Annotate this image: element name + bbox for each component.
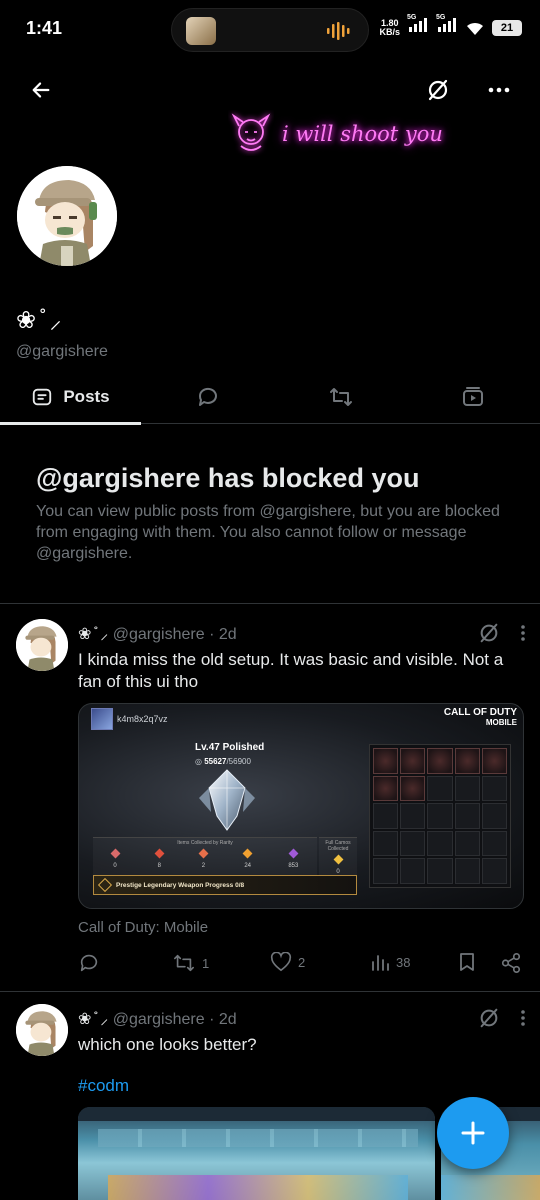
collection-panel: Full Camos Collected 0 bbox=[319, 837, 357, 875]
post-avatar[interactable] bbox=[16, 1004, 68, 1056]
arrow-left-icon bbox=[32, 82, 50, 98]
post-author-name[interactable]: ❀ ̊ ⸝ bbox=[78, 1011, 108, 1028]
now-playing-artwork bbox=[186, 17, 216, 45]
prestige-progress-bar: Prestige Legendary Weapon Progress 0/8 bbox=[93, 875, 357, 895]
media-icon bbox=[463, 387, 483, 406]
profile-tabs: Posts bbox=[0, 370, 540, 425]
post-header-icons bbox=[478, 622, 526, 644]
media-user: k4m8x2q7vz bbox=[91, 708, 168, 730]
like-count: 2 bbox=[298, 954, 306, 970]
tab-media[interactable] bbox=[443, 370, 503, 424]
rarity-count: 2 bbox=[198, 848, 209, 869]
media-level: Lv.47 Polished bbox=[195, 742, 265, 753]
rarity-panel: Items Collected by Rarity 0 8 2 24 853 bbox=[93, 837, 317, 875]
blocked-title: @gargishere has blocked you bbox=[36, 463, 420, 493]
bookmark-button[interactable] bbox=[458, 952, 476, 972]
avatar-illustration bbox=[17, 166, 117, 266]
repost-button[interactable]: 1 bbox=[172, 952, 209, 974]
rarity-count: 8 bbox=[154, 848, 165, 869]
media-caption[interactable]: Call of Duty: Mobile bbox=[78, 919, 208, 936]
media-user-avatar bbox=[91, 708, 113, 730]
avatar-illustration bbox=[16, 1004, 68, 1056]
divider bbox=[0, 991, 540, 992]
post-author-name[interactable]: ❀ ̊ ⸝ bbox=[78, 626, 108, 643]
post-author-handle[interactable]: @gargishere bbox=[113, 626, 205, 643]
dynamic-island[interactable] bbox=[171, 8, 369, 52]
bookmark-icon bbox=[460, 953, 474, 971]
post-header: ❀ ̊ ⸝ @gargishere · 2d bbox=[78, 1007, 237, 1029]
profile-header bbox=[0, 70, 540, 110]
posts-icon bbox=[33, 388, 52, 406]
more-vertical-icon[interactable] bbox=[520, 624, 526, 642]
views-button[interactable]: 38 bbox=[370, 952, 410, 972]
blocked-status-button[interactable] bbox=[420, 72, 456, 108]
reposts-icon bbox=[330, 388, 352, 406]
compose-post-button[interactable] bbox=[437, 1097, 509, 1169]
media-xp: ◎ 55627/56900 bbox=[195, 757, 251, 766]
post-actions: 1 2 38 bbox=[78, 952, 524, 976]
active-tab-indicator bbox=[0, 422, 141, 425]
blocked-notice: @gargishere has blocked you You can view… bbox=[36, 460, 506, 564]
share-icon bbox=[501, 953, 521, 973]
avatar-illustration bbox=[16, 619, 68, 671]
profile-avatar[interactable] bbox=[14, 163, 120, 269]
post-text: which one looks better? bbox=[78, 1035, 257, 1054]
status-indicators: 1.80 KB/s 5G 5G 21 bbox=[379, 14, 522, 37]
blocked-icon bbox=[428, 79, 448, 101]
more-horizontal-icon bbox=[488, 87, 510, 93]
audio-wave-icon bbox=[327, 22, 350, 40]
heart-icon bbox=[270, 952, 292, 972]
codm-logo: CALL OF DUTY MOBILE bbox=[443, 707, 517, 728]
post-timestamp[interactable]: · 2d bbox=[209, 1011, 237, 1028]
post-media-image[interactable] bbox=[78, 1107, 435, 1200]
post-avatar[interactable] bbox=[16, 619, 68, 671]
status-time: 1:41 bbox=[26, 18, 63, 38]
wifi-icon bbox=[467, 22, 483, 35]
tab-replies[interactable] bbox=[178, 370, 238, 424]
post-author-handle[interactable]: @gargishere bbox=[113, 1011, 205, 1028]
back-button[interactable] bbox=[23, 72, 59, 108]
replies-icon bbox=[198, 387, 217, 406]
more-options-button[interactable] bbox=[481, 72, 517, 108]
blocked-icon[interactable] bbox=[478, 1007, 500, 1029]
profile-display-name: ❀ ̊ ⸝ bbox=[16, 307, 62, 334]
divider bbox=[0, 603, 540, 604]
tab-posts[interactable]: Posts bbox=[0, 370, 141, 425]
views-icon bbox=[372, 955, 389, 971]
profile-banner[interactable]: i will shoot you bbox=[226, 108, 446, 158]
more-vertical-icon[interactable] bbox=[520, 1009, 526, 1027]
tab-reposts[interactable] bbox=[311, 370, 371, 424]
post-header-icons bbox=[478, 1007, 526, 1029]
diamond-rank-icon bbox=[199, 769, 255, 831]
views-count: 38 bbox=[396, 954, 411, 970]
rarity-count: 0 bbox=[110, 848, 121, 869]
tab-posts-label: Posts bbox=[63, 387, 110, 406]
plus-icon bbox=[461, 1121, 485, 1145]
rarity-count: 853 bbox=[288, 848, 298, 869]
media-username: k4m8x2q7vz bbox=[117, 714, 168, 724]
like-button[interactable]: 2 bbox=[270, 952, 305, 972]
weapon-slot-grid bbox=[369, 744, 511, 888]
status-bar: 1:41 1.80 KB/s 5G 5G 21 bbox=[0, 0, 540, 60]
profile-handle: @gargishere bbox=[16, 343, 108, 360]
reply-button[interactable] bbox=[78, 952, 106, 974]
blocked-description: You can view public posts from @gargishe… bbox=[36, 503, 500, 562]
signal-sim1: 5G bbox=[407, 14, 429, 37]
signal-sim2: 5G bbox=[436, 14, 458, 37]
post-timestamp[interactable]: · 2d bbox=[209, 626, 237, 643]
post-header: ❀ ̊ ⸝ @gargishere · 2d bbox=[78, 622, 237, 644]
repost-count: 1 bbox=[202, 955, 210, 971]
blocked-icon[interactable] bbox=[478, 622, 500, 644]
battery-indicator: 21 bbox=[492, 19, 522, 36]
banner-text: i will shoot you bbox=[282, 122, 443, 146]
reply-icon bbox=[80, 954, 98, 972]
post-text: I kinda miss the old setup. It was basic… bbox=[78, 650, 504, 691]
share-button[interactable] bbox=[500, 952, 522, 974]
network-speed: 1.80 KB/s bbox=[379, 17, 400, 37]
hashtag-link[interactable]: #codm bbox=[78, 1076, 129, 1096]
repost-icon bbox=[174, 954, 194, 972]
post-media-image[interactable]: k4m8x2q7vz CALL OF DUTY MOBILE Lv.47 Pol… bbox=[78, 703, 524, 909]
rarity-count: 24 bbox=[242, 848, 253, 869]
neon-character-icon bbox=[231, 113, 271, 151]
